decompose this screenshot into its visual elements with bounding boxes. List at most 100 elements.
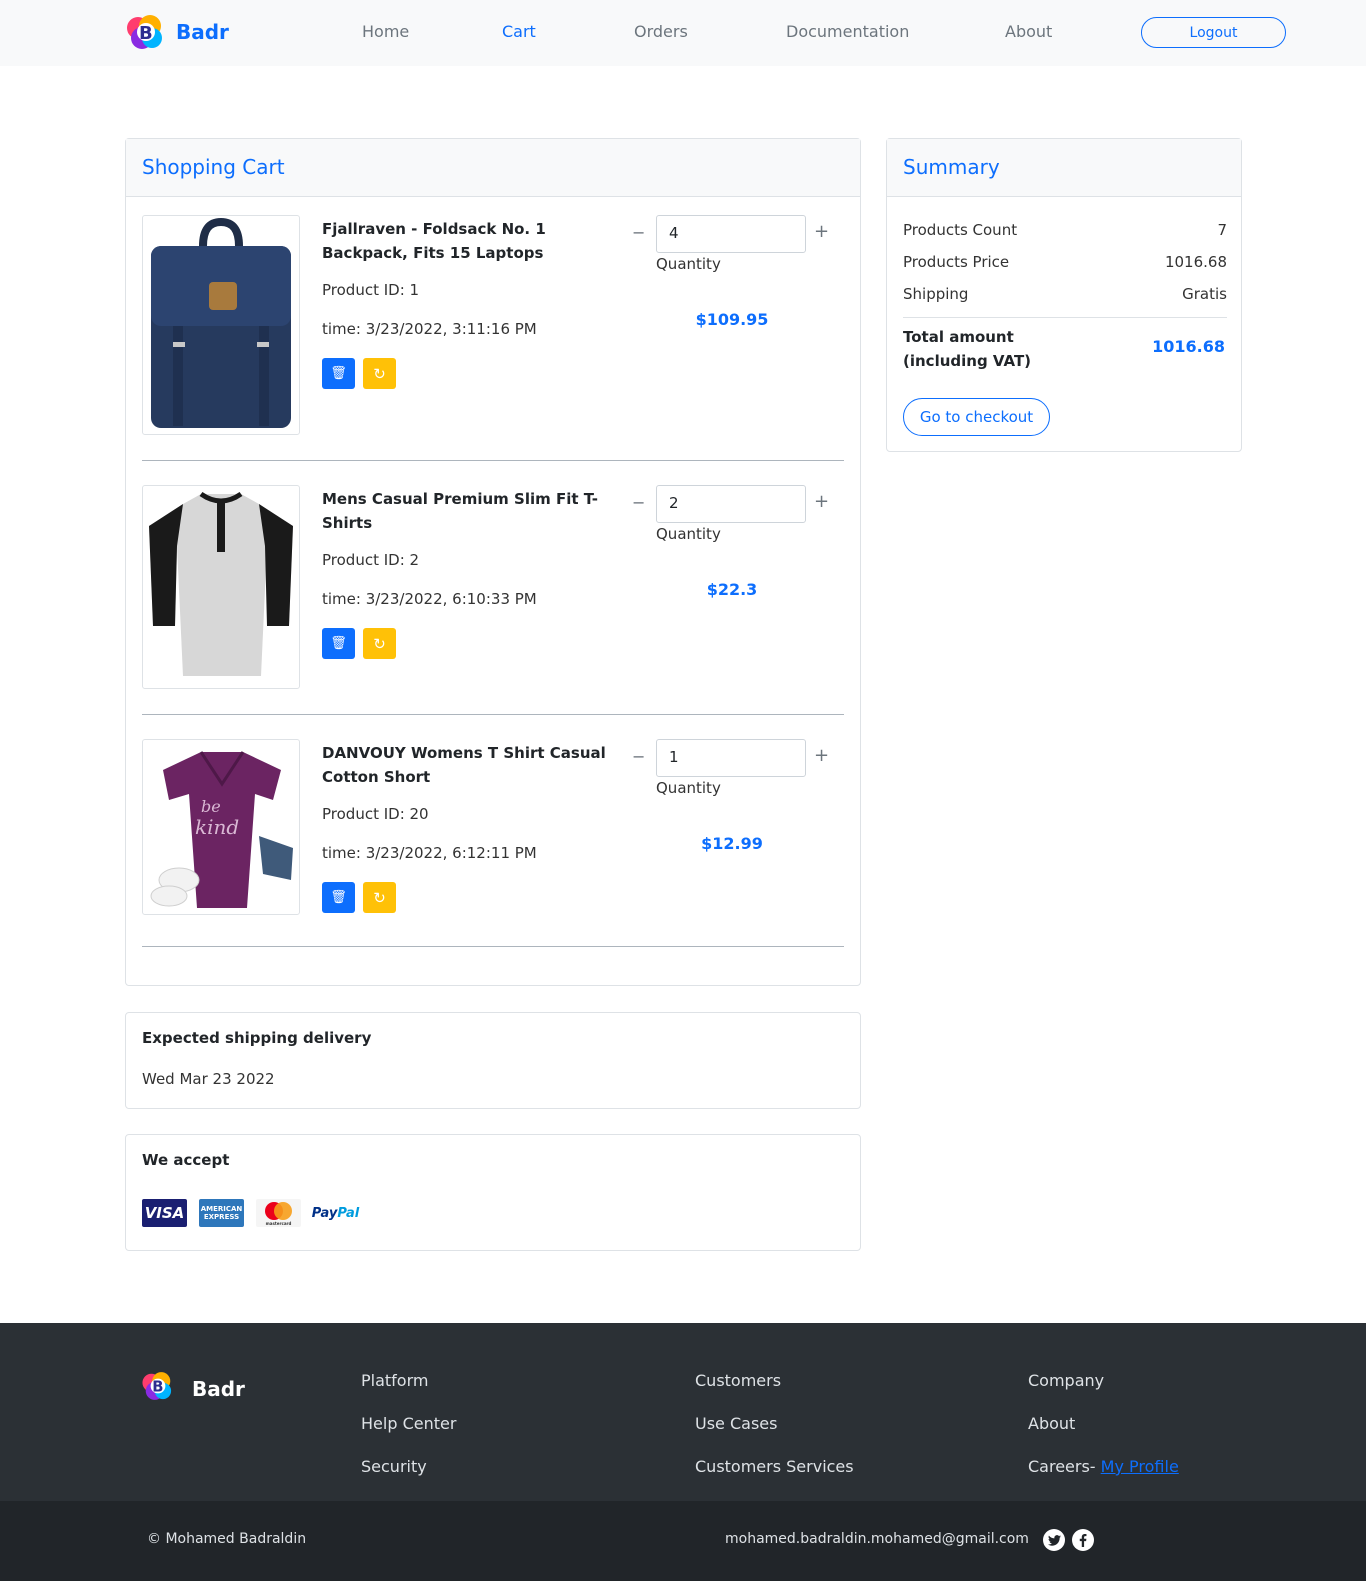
summary-value: Gratis bbox=[1182, 285, 1227, 303]
reset-button[interactable]: ↻ bbox=[363, 628, 396, 659]
delete-button[interactable]: 🗑 bbox=[322, 358, 355, 389]
trash-icon: 🗑 bbox=[330, 636, 347, 651]
delete-button[interactable]: 🗑 bbox=[322, 882, 355, 913]
item-divider bbox=[142, 460, 844, 461]
svg-text:B: B bbox=[139, 23, 153, 44]
shopping-cart-card: Shopping Cart Fjallraven - Foldsack No. … bbox=[125, 138, 861, 986]
nav-orders[interactable]: Orders bbox=[634, 22, 688, 41]
product-price: $22.3 bbox=[706, 580, 758, 599]
nav-about[interactable]: About bbox=[1005, 22, 1052, 41]
quantity-input[interactable]: 1 bbox=[656, 739, 806, 777]
refresh-icon: ↻ bbox=[373, 634, 386, 653]
summary-title: Summary bbox=[887, 139, 1241, 197]
checkout-button[interactable]: Go to checkout bbox=[903, 398, 1050, 436]
quantity-input[interactable]: 2 bbox=[656, 485, 806, 523]
summary-label: Products Price bbox=[903, 253, 1010, 271]
footer-link-platform[interactable]: Platform bbox=[361, 1371, 428, 1390]
accept-title: We accept bbox=[142, 1151, 230, 1169]
quantity-label: Quantity bbox=[656, 779, 721, 797]
brand-link[interactable]: B Badr bbox=[124, 12, 229, 52]
top-navbar: B Badr Home Cart Orders Documentation Ab… bbox=[0, 0, 1366, 66]
trash-icon: 🗑 bbox=[330, 366, 347, 381]
delete-button[interactable]: 🗑 bbox=[322, 628, 355, 659]
svg-text:B: B bbox=[152, 1379, 163, 1396]
decrease-quantity-button[interactable]: − bbox=[632, 493, 645, 512]
footer-link-use-cases[interactable]: Use Cases bbox=[695, 1414, 777, 1433]
cart-item: Fjallraven - Foldsack No. 1 Backpack, Fi… bbox=[142, 215, 844, 435]
summary-value: 7 bbox=[1217, 221, 1227, 239]
footer-brand[interactable]: B Badr bbox=[140, 1369, 245, 1409]
womens-tshirt-image: be kind bbox=[142, 739, 300, 915]
facebook-icon[interactable] bbox=[1072, 1529, 1094, 1551]
increase-quantity-button[interactable]: + bbox=[814, 491, 829, 512]
total-label: Total amount (including VAT) bbox=[903, 328, 1032, 370]
decrease-quantity-button[interactable]: − bbox=[632, 223, 645, 242]
product-title: Fjallraven - Foldsack No. 1 Backpack, Fi… bbox=[322, 220, 546, 262]
product-title: DANVOUY Womens T Shirt Casual Cotton Sho… bbox=[322, 744, 606, 786]
bottom-bar: © Mohamed Badraldin mohamed.badraldin.mo… bbox=[0, 1501, 1366, 1581]
quantity-label: Quantity bbox=[656, 525, 721, 543]
paypal-text-b: Pal bbox=[337, 1205, 360, 1221]
visa-icon: VISA bbox=[142, 1199, 187, 1227]
footer-link-help-center[interactable]: Help Center bbox=[361, 1414, 456, 1433]
product-time: time: 3/23/2022, 6:10:33 PM bbox=[322, 590, 537, 608]
nav-home[interactable]: Home bbox=[362, 22, 409, 41]
quantity-input[interactable]: 4 bbox=[656, 215, 806, 253]
footer-link-customers[interactable]: Customers bbox=[695, 1371, 781, 1390]
footer-link-security[interactable]: Security bbox=[361, 1457, 427, 1476]
my-profile-link[interactable]: My Profile bbox=[1101, 1457, 1179, 1476]
increase-quantity-button[interactable]: + bbox=[814, 221, 829, 242]
cart-title: Shopping Cart bbox=[126, 139, 860, 197]
copyright-text: © Mohamed Badraldin bbox=[147, 1531, 307, 1547]
refresh-icon: ↻ bbox=[373, 364, 386, 383]
nav-cart[interactable]: Cart bbox=[502, 22, 536, 41]
increase-quantity-button[interactable]: + bbox=[814, 745, 829, 766]
product-title: Mens Casual Premium Slim Fit T-Shirts bbox=[322, 490, 598, 532]
mastercard-icon: mastercard bbox=[256, 1199, 301, 1227]
item-divider bbox=[142, 714, 844, 715]
quantity-label: Quantity bbox=[656, 255, 721, 273]
footer: B Badr Platform Help Center Security Cus… bbox=[0, 1323, 1366, 1501]
product-price: $12.99 bbox=[701, 834, 763, 853]
refresh-icon: ↻ bbox=[373, 888, 386, 907]
footer-link-about[interactable]: About bbox=[1028, 1414, 1075, 1433]
product-id: Product ID: 2 bbox=[322, 551, 420, 569]
total-value: 1016.68 bbox=[1152, 337, 1225, 356]
paypal-icon: Pay Pal bbox=[311, 1199, 360, 1227]
brand-name: Badr bbox=[176, 20, 229, 44]
summary-value: 1016.68 bbox=[1164, 253, 1227, 271]
reset-button[interactable]: ↻ bbox=[363, 882, 396, 913]
reset-button[interactable]: ↻ bbox=[363, 358, 396, 389]
summary-label: Products Count bbox=[903, 221, 1018, 239]
shipping-card: Expected shipping delivery Wed Mar 23 20… bbox=[125, 1012, 861, 1109]
product-id: Product ID: 1 bbox=[322, 281, 420, 299]
footer-careers: Careers- My Profile bbox=[1028, 1457, 1179, 1476]
product-time: time: 3/23/2022, 3:11:16 PM bbox=[322, 320, 537, 338]
paypal-text-a: Pay bbox=[311, 1205, 338, 1221]
amex-icon: AMERICAN EXPRESS bbox=[199, 1199, 244, 1227]
summary-label: Shipping bbox=[903, 285, 969, 303]
summary-row-price: Products Price 1016.68 bbox=[903, 253, 1227, 271]
summary-row-count: Products Count 7 bbox=[903, 221, 1227, 239]
summary-card: Summary Products Count 7 Products Price … bbox=[886, 138, 1242, 452]
badr-logo-icon: B bbox=[140, 1369, 184, 1409]
tshirt-image bbox=[142, 485, 300, 689]
decrease-quantity-button[interactable]: − bbox=[632, 747, 645, 766]
svg-text:kind: kind bbox=[195, 815, 239, 839]
nav-documentation[interactable]: Documentation bbox=[786, 22, 909, 41]
contact-email[interactable]: mohamed.badraldin.mohamed@gmail.com bbox=[725, 1531, 1029, 1547]
cart-item: be kind DANVOUY Womens T Shirt Casual Co… bbox=[142, 739, 844, 915]
product-price: $109.95 bbox=[695, 310, 769, 329]
payment-methods-card: We accept VISA AMERICAN EXPRESS masterca… bbox=[125, 1134, 861, 1251]
logout-button[interactable]: Logout bbox=[1141, 17, 1286, 48]
backpack-image bbox=[142, 215, 300, 435]
footer-link-customers-services[interactable]: Customers Services bbox=[695, 1457, 854, 1476]
shipping-title: Expected shipping delivery bbox=[142, 1029, 372, 1047]
mastercard-text: mastercard bbox=[266, 1221, 292, 1226]
twitter-icon[interactable] bbox=[1043, 1529, 1065, 1551]
product-id: Product ID: 20 bbox=[322, 805, 429, 823]
footer-link-company[interactable]: Company bbox=[1028, 1371, 1104, 1390]
badr-logo-icon: B bbox=[124, 12, 168, 52]
footer-brand-name: Badr bbox=[192, 1377, 245, 1401]
summary-row-shipping: Shipping Gratis bbox=[903, 285, 1227, 303]
